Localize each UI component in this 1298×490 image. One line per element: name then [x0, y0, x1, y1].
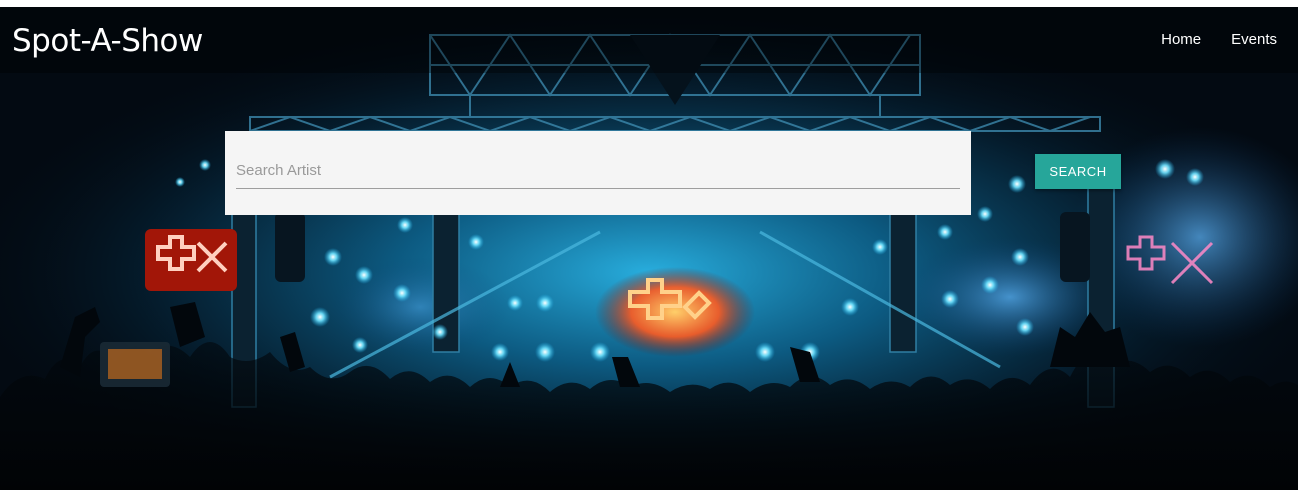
nav-link-home[interactable]: Home — [1161, 31, 1201, 49]
top-strip — [0, 0, 1298, 7]
hero-background-image — [0, 7, 1298, 490]
nav-links: Home Events — [1161, 31, 1277, 49]
search-button[interactable]: SEARCH — [1035, 154, 1121, 189]
nav-link-events[interactable]: Events — [1231, 31, 1277, 49]
navbar: Spot-A-Show Home Events — [0, 7, 1298, 73]
page: Spot-A-Show Home Events SEARCH — [0, 0, 1298, 490]
brand-logo[interactable]: Spot-A-Show — [12, 24, 203, 58]
concert-stage-image — [0, 7, 1298, 490]
search-card — [225, 131, 971, 215]
search-artist-input[interactable] — [236, 153, 960, 189]
